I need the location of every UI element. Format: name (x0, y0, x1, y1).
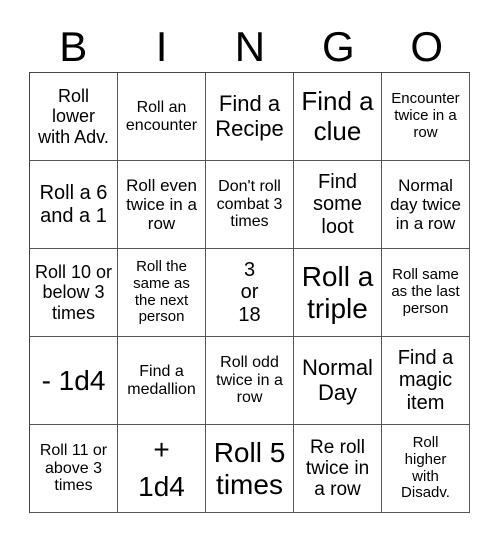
cell-text: Roll lower with Adv. (38, 86, 109, 147)
bingo-cell[interactable]: Find some loot (294, 161, 382, 249)
header-letter-b: B (59, 23, 88, 70)
bingo-cell[interactable]: Roll 10 or below 3 times (30, 249, 118, 337)
bingo-cell[interactable]: Normal day twice in a row (382, 161, 470, 249)
bingo-cell[interactable]: Roll the same as the next person (118, 249, 206, 337)
bingo-cell[interactable]: - 1d4 (30, 337, 118, 425)
cell-text: Roll an encounter (125, 98, 198, 134)
bingo-cell[interactable]: Roll 5 times (206, 425, 294, 513)
cell-text: Find a clue (301, 86, 374, 146)
bingo-header: B I N G O (29, 22, 471, 72)
bingo-cell[interactable]: Find a clue (294, 73, 382, 161)
bingo-cell[interactable]: Roll an encounter (118, 73, 206, 161)
bingo-cell[interactable]: Find a Recipe (206, 73, 294, 161)
bingo-cell[interactable]: Don't roll combat 3 times (206, 161, 294, 249)
cell-text: Roll the same as the next person (133, 257, 190, 326)
bingo-cell[interactable]: Encounter twice in a row (382, 73, 470, 161)
bingo-cell[interactable]: Roll a 6 and a 1 (30, 161, 118, 249)
cell-text: Roll same as the last person (391, 266, 460, 317)
header-letter-i: I (155, 23, 168, 70)
bingo-grid: Roll lower with Adv. Roll an encounter F… (29, 72, 470, 513)
cell-text: Roll a triple (301, 261, 374, 324)
cell-text: Roll odd twice in a row (216, 353, 283, 407)
bingo-cell[interactable]: Roll a triple (294, 249, 382, 337)
header-letter-g: G (322, 23, 355, 70)
cell-text: - 1d4 (41, 364, 106, 396)
bingo-cell[interactable]: 3 or 18 (206, 249, 294, 337)
bingo-cell[interactable]: Roll even twice in a row (118, 161, 206, 249)
bingo-cell[interactable]: Roll higher with Disadv. (382, 425, 470, 513)
bingo-cell[interactable]: Roll 11 or above 3 times (30, 425, 118, 513)
bingo-cell[interactable]: Roll lower with Adv. (30, 73, 118, 161)
cell-text: Find a magic item (397, 346, 454, 414)
bingo-cell[interactable]: Find a magic item (382, 337, 470, 425)
bingo-cell[interactable]: + 1d4 (118, 425, 206, 513)
cell-text: Roll a 6 and a 1 (39, 182, 108, 227)
cell-text: Find some loot (313, 170, 362, 238)
bingo-cell[interactable]: Normal Day (294, 337, 382, 425)
cell-text: Roll higher with Disadv. (401, 433, 450, 502)
bingo-cell[interactable]: Find a medallion (118, 337, 206, 425)
cell-text: Normal day twice in a row (390, 175, 461, 234)
bingo-cell[interactable]: Re roll twice in a row (294, 425, 382, 513)
cell-text: Roll 10 or below 3 times (34, 262, 113, 323)
cell-text: Don't roll combat 3 times (216, 177, 283, 231)
cell-text: + 1d4 (138, 434, 185, 502)
cell-text: Encounter twice in a row (391, 90, 460, 141)
cell-text: Re roll twice in a row (305, 436, 370, 501)
header-letter-o: O (410, 23, 444, 70)
cell-text: Roll 5 times (213, 437, 286, 500)
cell-text: Normal Day (302, 354, 373, 405)
header-letter-n: N (234, 23, 266, 70)
cell-text: Find a medallion (127, 362, 196, 398)
cell-text: Find a Recipe (215, 90, 284, 141)
cell-text: Roll 11 or above 3 times (39, 441, 108, 495)
cell-text: 3 or 18 (238, 258, 261, 326)
bingo-cell[interactable]: Roll same as the last person (382, 249, 470, 337)
cell-text: Roll even twice in a row (126, 175, 197, 234)
bingo-cell[interactable]: Roll odd twice in a row (206, 337, 294, 425)
